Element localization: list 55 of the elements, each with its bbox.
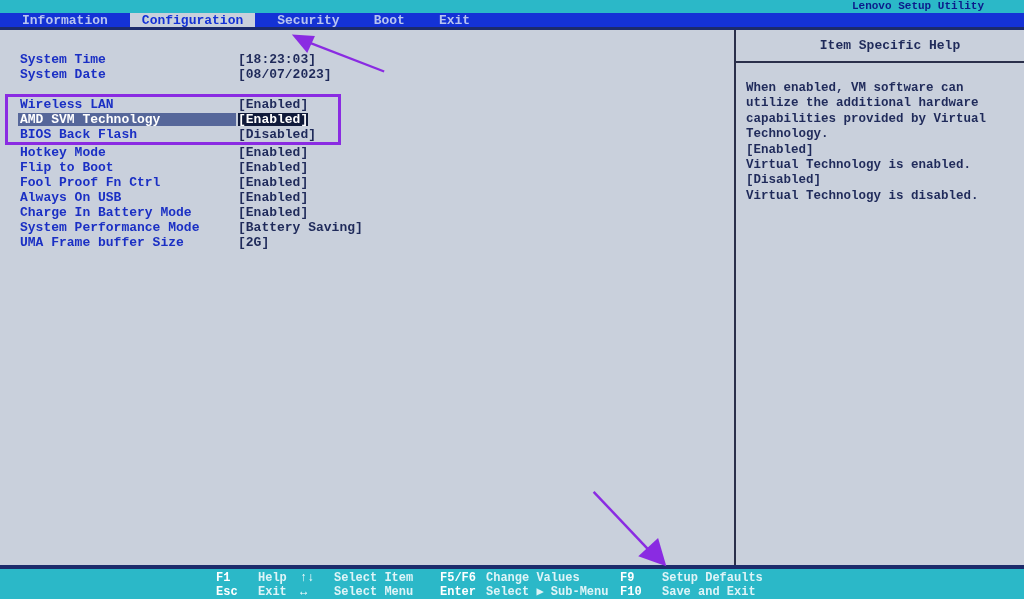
menu-tab[interactable]: Configuration (129, 13, 256, 27)
help-text: utilize the additional hardware (746, 97, 980, 113)
help-title: Item Specific Help (736, 30, 1024, 63)
help-text: Virtual Technology is enabled. (746, 158, 973, 174)
key-action: Exit (258, 586, 287, 598)
key-action: Setup Defaults (662, 572, 763, 584)
setting-value[interactable]: [Enabled] (238, 176, 309, 189)
key-action: Select Menu (334, 586, 414, 598)
setting-label[interactable]: Always On USB (20, 191, 238, 204)
setting-value[interactable]: [Disabled] (238, 128, 316, 141)
setting-value[interactable]: [Battery Saving] (238, 221, 363, 234)
help-text: Virtual Technology is disabled. (746, 189, 980, 205)
setting-label[interactable]: Fool Proof Fn Ctrl (20, 176, 238, 189)
key-name: Esc (216, 586, 239, 598)
setting-label[interactable]: BIOS Back Flash (20, 128, 238, 141)
window-title: Lenovo Setup Utility (851, 1, 984, 12)
key-name: F10 (620, 586, 643, 598)
setting-value[interactable]: [Enabled] (238, 146, 309, 159)
help-text: Technology. (746, 128, 830, 144)
setting-label[interactable]: UMA Frame buffer Size (20, 236, 238, 249)
key-name: ↔ (300, 586, 309, 598)
setting-value[interactable]: [Enabled] (238, 113, 309, 126)
help-text: [Enabled] (746, 143, 815, 159)
setting-value[interactable]: [08/07/2023] (238, 68, 332, 81)
help-text: [Disabled] (746, 174, 822, 190)
key-action: Select Item (334, 572, 414, 584)
setting-label[interactable]: Charge In Battery Mode (20, 206, 238, 219)
setting-label[interactable]: System Time (20, 53, 238, 66)
setting-value[interactable]: [2G] (238, 236, 270, 249)
menu-tab[interactable]: Information (10, 13, 120, 27)
setting-label[interactable]: Flip to Boot (20, 161, 238, 174)
setting-label[interactable]: System Performance Mode (20, 221, 238, 234)
setting-label[interactable]: Hotkey Mode (20, 146, 238, 159)
help-text: When enabled, VM software can (746, 82, 965, 97)
menu-tab[interactable]: Exit (426, 13, 483, 27)
key-name: F9 (620, 572, 636, 584)
key-name: F5/F6 (440, 572, 477, 584)
key-action: Help (258, 572, 287, 584)
menu-tab[interactable]: Boot (361, 13, 417, 27)
key-name: F1 (216, 572, 232, 584)
key-action: Save and Exit (662, 586, 756, 598)
setting-value[interactable]: [18:23:03] (238, 53, 316, 66)
setting-value[interactable]: [Enabled] (238, 191, 309, 204)
key-name: Enter (440, 586, 477, 598)
key-action: Change Values (486, 572, 580, 584)
key-name: ↑↓ (300, 572, 316, 584)
menu-tab[interactable]: Security (265, 13, 352, 27)
setting-value[interactable]: [Enabled] (238, 206, 309, 219)
setting-label[interactable]: AMD SVM Technology (18, 113, 236, 126)
setting-value[interactable]: [Enabled] (238, 161, 309, 174)
setting-label[interactable]: Wireless LAN (20, 98, 238, 111)
key-action: Select ▶ Sub-Menu (486, 586, 609, 598)
setting-value[interactable]: [Enabled] (238, 98, 309, 111)
setting-label[interactable]: System Date (20, 68, 238, 81)
help-text: capabilities provided by Virtual (746, 112, 988, 128)
